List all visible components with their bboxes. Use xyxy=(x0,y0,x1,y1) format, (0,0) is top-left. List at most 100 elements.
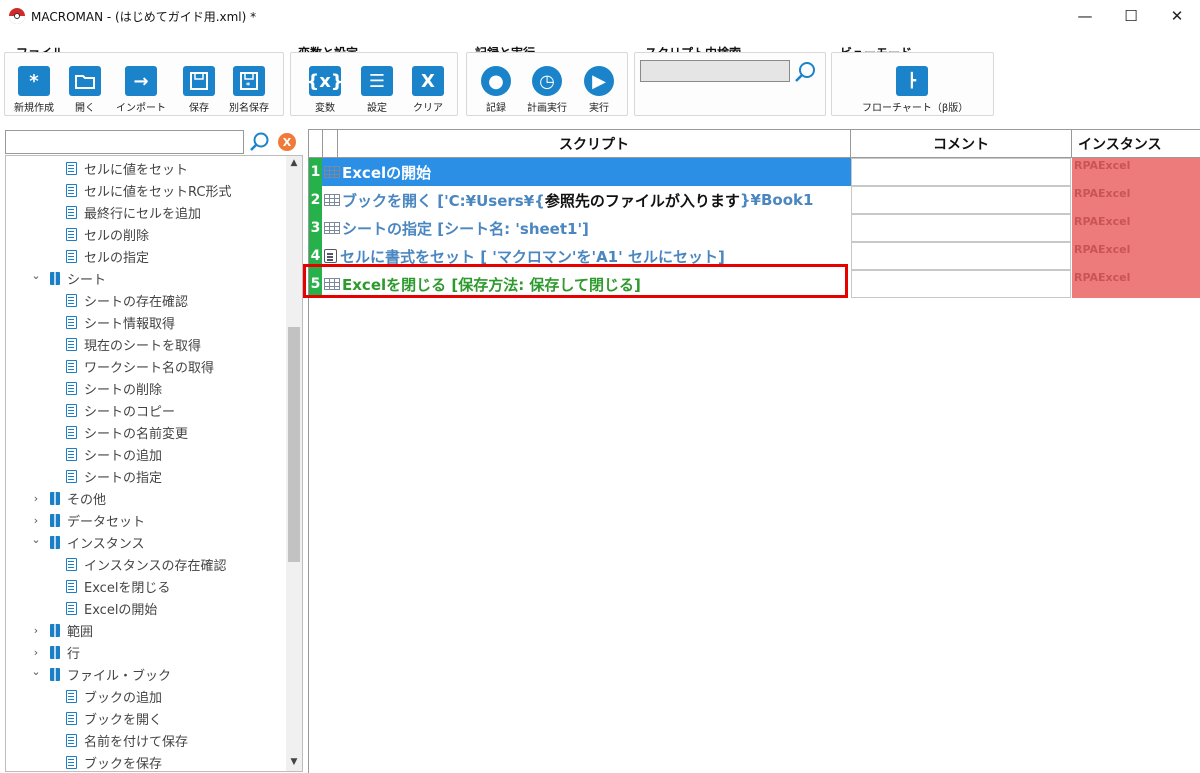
comment-cell[interactable] xyxy=(851,214,1071,242)
ribbon-toolbar: ファイル 変数と設定 記録と実行 スクリプト内検索 ビューモード ┣ フローチャ… xyxy=(0,40,1200,122)
instance-cell[interactable]: RPAExcel xyxy=(1072,242,1200,270)
chevron-down-icon[interactable]: ⌄ xyxy=(30,269,42,282)
clear-button[interactable]: X クリア xyxy=(400,64,456,116)
chevron-right-icon[interactable]: › xyxy=(30,646,42,659)
comment-column-header[interactable]: コメント xyxy=(851,130,1072,158)
tree-folder[interactable]: › その他 xyxy=(30,487,106,509)
tree-item-label: 現在のシートを取得 xyxy=(84,338,202,354)
tree-command-item[interactable]: セルの削除 xyxy=(66,223,149,245)
chevron-right-icon[interactable]: › xyxy=(30,514,42,527)
instance-cell[interactable]: RPAExcel xyxy=(1072,186,1200,214)
save-as-button[interactable]: * 別名保存 xyxy=(221,64,277,116)
instance-cell[interactable]: RPAExcel xyxy=(1072,214,1200,242)
comment-cell[interactable] xyxy=(851,186,1071,214)
tree-command-item[interactable]: シートのコピー xyxy=(66,399,175,421)
settings-list-icon: ☰ xyxy=(361,66,393,96)
tree-item-label: Excelを閉じる xyxy=(84,580,171,596)
document-icon xyxy=(66,227,77,241)
tree-folder[interactable]: › データセット xyxy=(30,509,145,531)
tree-command-item[interactable]: 名前を付けて保存 xyxy=(66,729,188,751)
scroll-down-icon[interactable]: ▼ xyxy=(286,757,302,771)
document-icon xyxy=(66,711,77,725)
tree-folder[interactable]: ⌄ シート xyxy=(30,267,106,289)
row-number: 1 xyxy=(309,158,322,186)
script-cell[interactable]: シートの指定 [シート名: 'sheet1'] xyxy=(322,214,851,242)
tree-command-item[interactable]: セルに値をセット xyxy=(66,157,188,179)
script-grid: スクリプト コメント インスタンス 1 Excelの開始 RPAExcel 2 ブックを… xyxy=(308,129,1200,773)
record-icon: ● xyxy=(481,66,511,96)
instance-column-header[interactable]: インスタンス xyxy=(1072,130,1200,158)
minimize-button[interactable]: — xyxy=(1062,0,1108,32)
tree-command-item[interactable]: 現在のシートを取得 xyxy=(66,333,201,355)
chevron-right-icon[interactable]: › xyxy=(30,492,42,505)
tree-command-item[interactable]: 最終行にセルを追加 xyxy=(66,201,201,223)
chevron-down-icon[interactable]: ⌄ xyxy=(30,533,42,546)
tree-command-item[interactable]: シートの存在確認 xyxy=(66,289,188,311)
tree-item-label: シート情報取得 xyxy=(84,316,176,332)
search-icon[interactable] xyxy=(248,131,270,153)
tree-item-label: セルの指定 xyxy=(84,250,150,266)
book-icon xyxy=(50,491,60,505)
comment-cell[interactable] xyxy=(851,242,1071,270)
document-icon xyxy=(66,425,77,439)
tree-item-label: ワークシート名の取得 xyxy=(84,360,215,376)
instance-cell[interactable]: RPAExcel xyxy=(1072,270,1200,298)
script-cell[interactable]: Excelの開始 xyxy=(322,158,851,186)
chevron-down-icon[interactable]: ⌄ xyxy=(30,665,42,678)
document-icon xyxy=(66,337,77,351)
open-button[interactable]: 開く xyxy=(57,64,113,116)
comment-cell[interactable] xyxy=(851,158,1071,186)
run-button[interactable]: ▶ 実行 xyxy=(571,64,627,116)
comment-cell[interactable] xyxy=(851,270,1071,298)
tree-scroll-thumb[interactable] xyxy=(288,327,300,562)
tree-folder[interactable]: › 行 xyxy=(30,641,80,663)
tree-item-label: データセット xyxy=(67,514,146,530)
document-icon xyxy=(66,381,77,395)
command-search-input[interactable] xyxy=(5,130,244,154)
run-label: 実行 xyxy=(589,103,609,114)
tree-command-item[interactable]: ワークシート名の取得 xyxy=(66,355,214,377)
script-search-input[interactable] xyxy=(640,60,790,82)
flowchart-button[interactable]: ┣ フローチャート（β版） xyxy=(862,64,968,116)
script-cell[interactable]: ブックを開く ['C:¥Users¥{参照先のファイルが入ります}¥Book1 xyxy=(322,186,851,214)
tree-item-label: シートのコピー xyxy=(84,404,176,420)
tree-command-item[interactable]: セルに値をセットRC形式 xyxy=(66,179,231,201)
book-icon xyxy=(50,271,60,285)
tree-command-item[interactable]: ブックの追加 xyxy=(66,685,162,707)
document-icon xyxy=(66,755,77,769)
document-icon xyxy=(66,601,77,615)
tree-command-item[interactable]: Excelの開始 xyxy=(66,597,157,619)
highlight-frame xyxy=(303,264,848,298)
close-button[interactable]: ✕ xyxy=(1154,0,1200,32)
maximize-button[interactable]: ☐ xyxy=(1108,0,1154,32)
tree-item-label: シートの指定 xyxy=(84,470,163,486)
tree-folder[interactable]: › 範囲 xyxy=(30,619,93,641)
tree-command-item[interactable]: シートの名前変更 xyxy=(66,421,188,443)
tree-item-label: その他 xyxy=(67,492,107,508)
tree-command-item[interactable]: シートの指定 xyxy=(66,465,162,487)
document-icon xyxy=(66,315,77,329)
chevron-right-icon[interactable]: › xyxy=(30,624,42,637)
script-row[interactable]: 3 シートの指定 [シート名: 'sheet1'] RPAExcel xyxy=(309,214,1200,242)
scroll-up-icon[interactable]: ▲ xyxy=(286,158,302,172)
tree-command-item[interactable]: シートの削除 xyxy=(66,377,162,399)
tree-folder[interactable]: ⌄ ファイル・ブック xyxy=(30,663,171,685)
clear-search-icon[interactable]: X xyxy=(278,133,296,151)
tree-command-item[interactable]: Excelを閉じる xyxy=(66,575,170,597)
script-row[interactable]: 2 ブックを開く ['C:¥Users¥{参照先のファイルが入ります}¥Book1… xyxy=(309,186,1200,214)
tree-command-item[interactable]: ブックを保存 xyxy=(66,751,162,771)
instance-cell[interactable]: RPAExcel xyxy=(1072,158,1200,186)
tree-command-item[interactable]: セルの指定 xyxy=(66,245,149,267)
import-button[interactable]: → インポート xyxy=(113,64,169,116)
script-row[interactable]: 1 Excelの開始 RPAExcel xyxy=(309,158,1200,186)
tree-command-item[interactable]: ブックを開く xyxy=(66,707,162,729)
search-icon[interactable] xyxy=(793,60,817,84)
script-column-header[interactable]: スクリプト xyxy=(338,130,851,158)
book-icon xyxy=(50,513,60,527)
tree-item-label: セルに値をセットRC形式 xyxy=(84,184,232,200)
tree-command-item[interactable]: シート情報取得 xyxy=(66,311,175,333)
tree-folder[interactable]: ⌄ インスタンス xyxy=(30,531,144,553)
tree-command-item[interactable]: シートの追加 xyxy=(66,443,162,465)
document-icon xyxy=(66,359,77,373)
tree-command-item[interactable]: インスタンスの存在確認 xyxy=(66,553,226,575)
